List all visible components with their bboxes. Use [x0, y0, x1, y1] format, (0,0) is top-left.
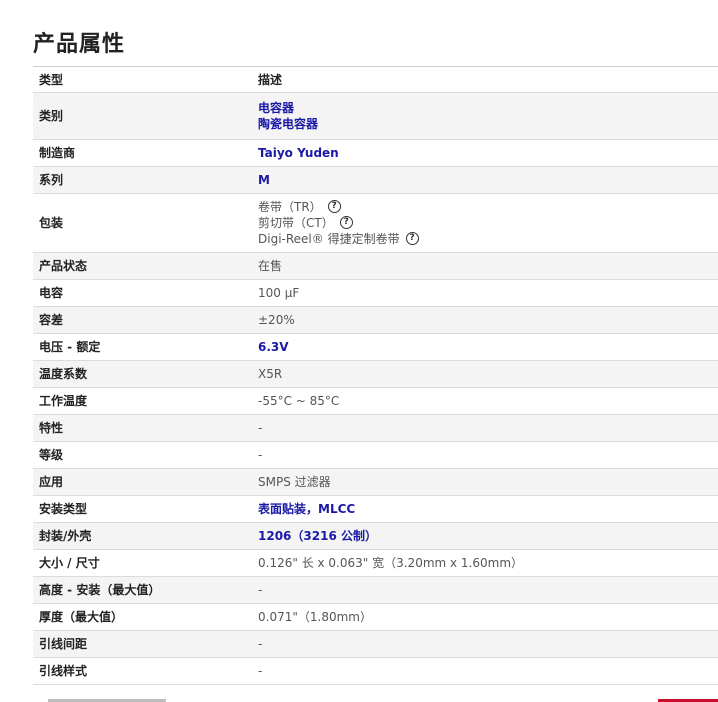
attribute-label: 电压 - 额定 [33, 333, 252, 361]
table-row: 等级 - [33, 441, 718, 469]
attribute-value: - [252, 630, 718, 658]
attribute-label: 等级 [33, 441, 252, 469]
table-row: 类别 电容器陶瓷电容器 [33, 92, 718, 140]
attribute-value[interactable]: M [252, 166, 718, 194]
attribute-label: 包装 [33, 193, 252, 253]
attribute-label: 应用 [33, 468, 252, 496]
attribute-value[interactable]: 表面贴装，MLCC [252, 495, 718, 523]
attribute-value-text: 卷带（TR） [258, 200, 322, 214]
attribute-value: -55°C ~ 85°C [252, 387, 718, 415]
header-type: 类型 [33, 66, 252, 93]
table-row: 容差 ±20% [33, 306, 718, 334]
table-row: 引线间距 - [33, 630, 718, 658]
table-row: 产品状态 在售 [33, 252, 718, 280]
attribute-value: 100 µF [252, 279, 718, 307]
table-row: 系列 M [33, 166, 718, 194]
attribute-label: 大小 / 尺寸 [33, 549, 252, 577]
question-circle-icon[interactable]: ? [405, 232, 419, 245]
table-row: 高度 - 安装（最大值） - [33, 576, 718, 604]
attribute-value: SMPS 过滤器 [252, 468, 718, 496]
table-row: 包装 卷带（TR）? 剪切带（CT）? Digi-Reel® 得捷定制卷带? [33, 193, 718, 253]
question-circle-icon[interactable]: ? [327, 200, 341, 213]
table-row: 封装/外壳 1206（3216 公制） [33, 522, 718, 550]
attribute-value: 0.126" 长 x 0.063" 宽（3.20mm x 1.60mm） [252, 549, 718, 577]
table-row: 温度系数 X5R [33, 360, 718, 388]
attribute-label: 封装/外壳 [33, 522, 252, 550]
attribute-value: 卷带（TR）? 剪切带（CT）? Digi-Reel® 得捷定制卷带? [252, 193, 718, 253]
table-row: 大小 / 尺寸 0.126" 长 x 0.063" 宽（3.20mm x 1.60… [33, 549, 718, 577]
attribute-value: - [252, 657, 718, 685]
header-desc: 描述 [252, 66, 718, 93]
attribute-value: ±20% [252, 306, 718, 334]
attribute-label: 工作温度 [33, 387, 252, 415]
attribute-label: 容差 [33, 306, 252, 334]
attribute-value-text: Digi-Reel® 得捷定制卷带 [258, 232, 400, 246]
attribute-label: 高度 - 安装（最大值） [33, 576, 252, 604]
attribute-value: - [252, 414, 718, 442]
table-row: 电压 - 额定 6.3V [33, 333, 718, 361]
attribute-label: 制造商 [33, 139, 252, 167]
attribute-value[interactable]: 6.3V [252, 333, 718, 361]
attribute-label: 电容 [33, 279, 252, 307]
attribute-label: 厚度（最大值） [33, 603, 252, 631]
table-row: 厚度（最大值） 0.071"（1.80mm） [33, 603, 718, 631]
attribute-label: 特性 [33, 414, 252, 442]
attribute-value-text: 剪切带（CT） [258, 216, 334, 230]
table-row: 制造商 Taiyo Yuden [33, 139, 718, 167]
table-row: 电容 100 µF [33, 279, 718, 307]
attribute-label: 产品状态 [33, 252, 252, 280]
attribute-value: - [252, 441, 718, 469]
attribute-label: 引线间距 [33, 630, 252, 658]
attribute-value: - [252, 576, 718, 604]
page-title: 产品属性 [33, 32, 126, 57]
table-row: 应用 SMPS 过滤器 [33, 468, 718, 496]
attribute-value: 0.071"（1.80mm） [252, 603, 718, 631]
attribute-value[interactable]: Taiyo Yuden [252, 139, 718, 167]
question-circle-icon[interactable]: ? [339, 216, 353, 229]
table-row: 安装类型 表面贴装，MLCC [33, 495, 718, 523]
attribute-value[interactable]: 1206（3216 公制） [252, 522, 718, 550]
product-attributes-table: 类型 描述 类别 电容器 陶瓷电容器 制造商 Taiyo Yuden 系列 M 包装 卷带（TR… [33, 66, 718, 685]
attribute-label: 引线样式 [33, 657, 252, 685]
table-header-row: 类型 描述 [33, 66, 718, 93]
attribute-label: 系列 [33, 166, 252, 194]
attribute-value: 在售 [252, 252, 718, 280]
attribute-label: 温度系数 [33, 360, 252, 388]
attribute-value: X5R [252, 360, 718, 388]
attribute-value[interactable]: 电容器 陶瓷电容器 [252, 92, 718, 140]
table-row: 特性 - [33, 414, 718, 442]
attribute-label: 安装类型 [33, 495, 252, 523]
attribute-label: 类别 [33, 92, 252, 140]
table-row: 引线样式 - [33, 657, 718, 685]
table-row: 工作温度 -55°C ~ 85°C [33, 387, 718, 415]
attribute-value-link[interactable]: 电容器 [258, 101, 294, 115]
attribute-value-link[interactable]: 陶瓷电容器 [258, 117, 318, 131]
